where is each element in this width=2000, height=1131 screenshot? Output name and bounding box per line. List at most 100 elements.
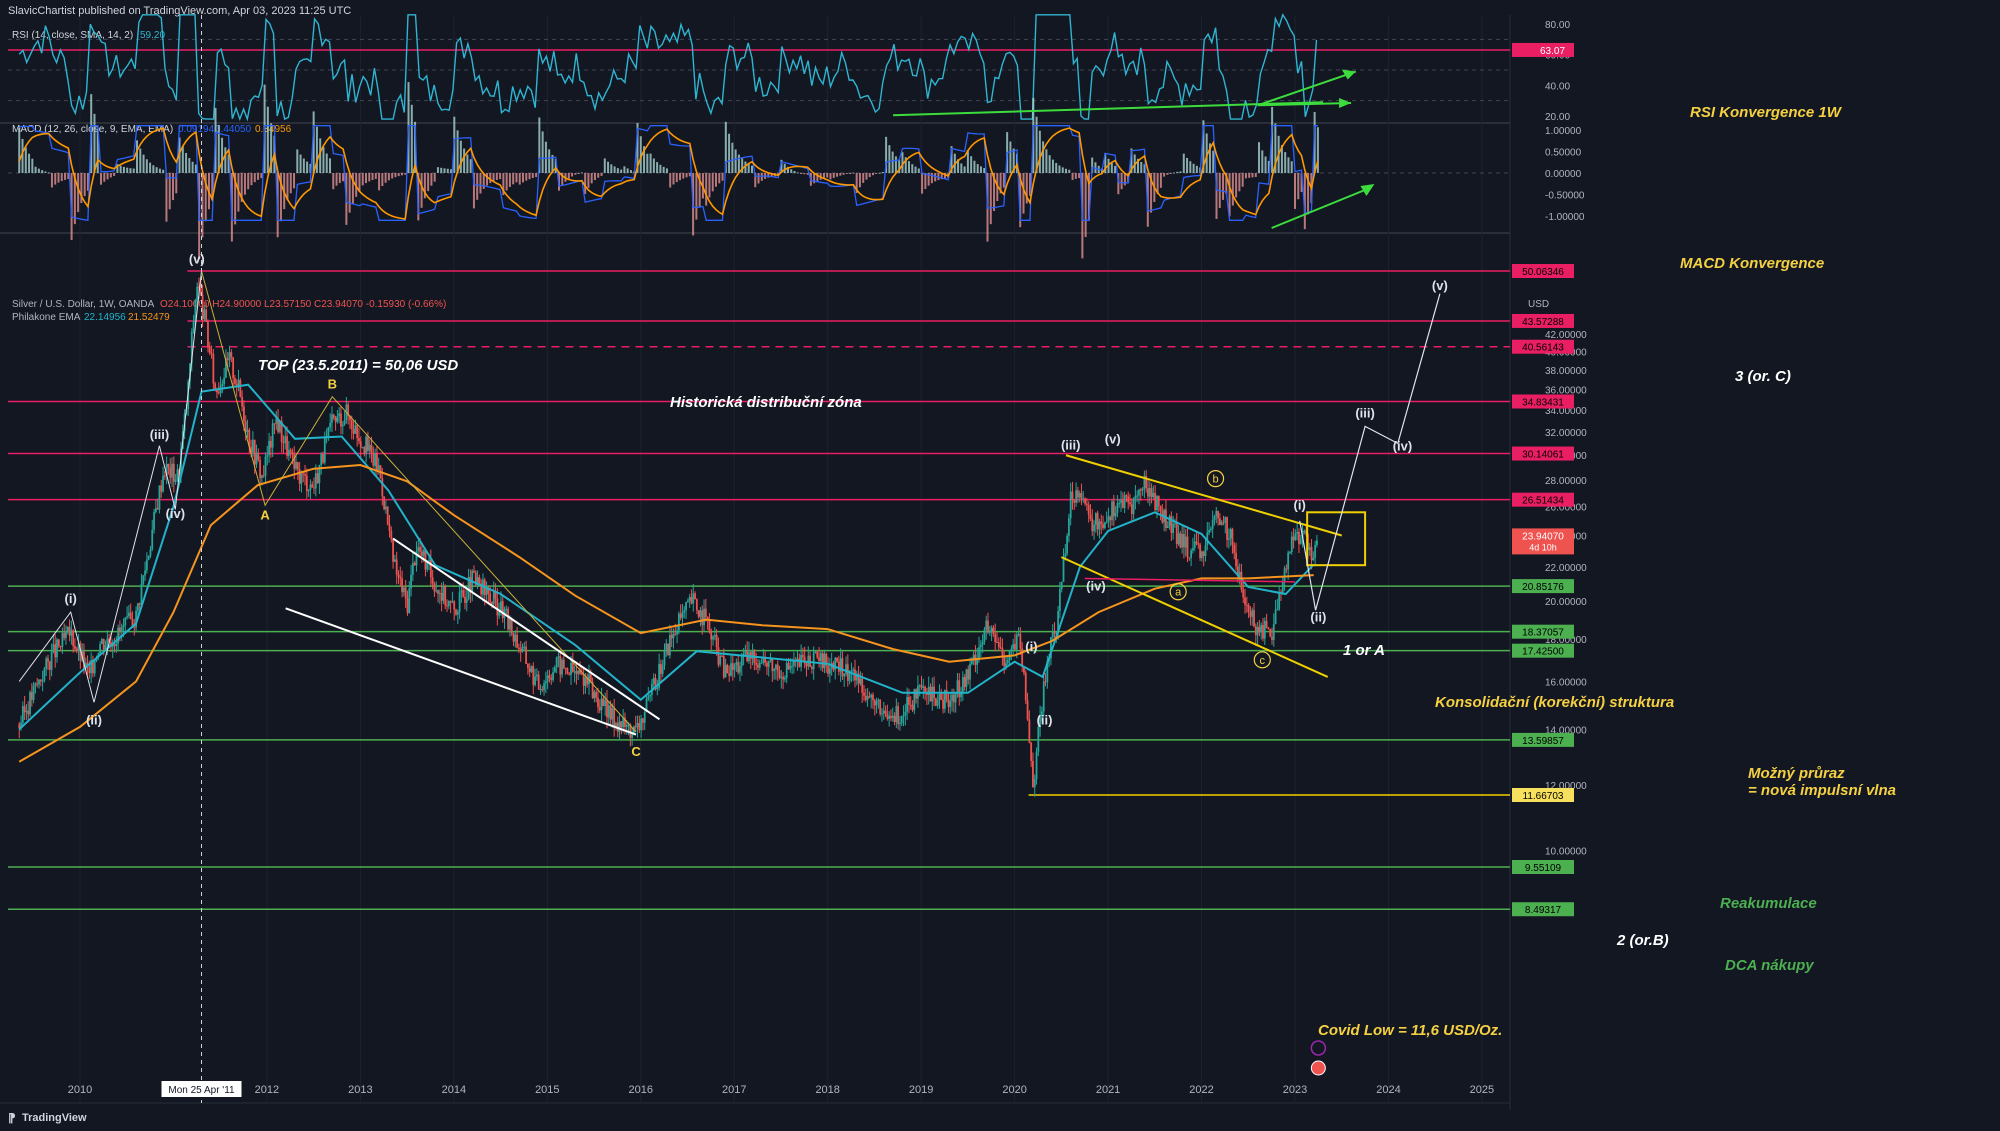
candle-body	[311, 484, 314, 488]
candle-body	[927, 686, 930, 696]
candle-body	[65, 631, 67, 638]
macd-histogram-bar	[881, 171, 884, 173]
macd-histogram-bar	[486, 173, 489, 186]
candle-body	[550, 677, 553, 680]
candle-body	[296, 462, 299, 470]
candle-body	[359, 441, 362, 448]
candle-body	[1100, 521, 1103, 525]
candle-body	[961, 677, 964, 692]
macd-histogram-bar	[1048, 155, 1051, 173]
candle-body	[151, 529, 154, 550]
macd-histogram-bar	[57, 173, 60, 183]
macd-histogram-bar	[266, 106, 269, 173]
candle-body	[171, 463, 173, 478]
candle-body	[361, 447, 364, 449]
candle-body	[1129, 502, 1131, 505]
candle-body	[532, 666, 535, 686]
candle-body	[413, 562, 416, 566]
candle-body	[557, 656, 560, 658]
candle-body	[845, 664, 847, 675]
tradingview-chart[interactable]: RSI (14, close, SMA, 14, 2) 59.20 MACD (1…	[0, 0, 2000, 1131]
candle-body	[999, 647, 1002, 649]
candle-body	[1075, 490, 1077, 503]
wave-label: (iii)	[150, 427, 170, 442]
candle-body	[1235, 552, 1237, 567]
macd-histogram-bar	[872, 173, 875, 176]
candle-body	[771, 658, 774, 672]
candle-body	[758, 662, 761, 668]
macd-histogram-bar	[296, 149, 299, 173]
candle-body	[600, 698, 603, 711]
candle-body	[510, 618, 513, 634]
macd-histogram-bar	[149, 162, 152, 173]
candle-body	[775, 664, 777, 670]
candle-body	[1087, 504, 1090, 515]
macd-histogram-bar	[675, 173, 678, 183]
candle-body	[271, 423, 274, 448]
candle-body	[340, 413, 342, 427]
candle-body	[492, 591, 495, 605]
macd-histogram-bar	[28, 153, 31, 173]
candle-body	[668, 635, 671, 656]
macd-histogram-bar	[378, 173, 381, 191]
candle-body	[920, 685, 923, 688]
distribution-zone-label: Historická distribuční zóna	[670, 394, 862, 411]
candle-body	[712, 636, 714, 640]
candle-body	[352, 429, 355, 434]
macd-axis-tick: 0.50000	[1545, 148, 1582, 159]
macd-histogram-bar	[1254, 173, 1257, 177]
macd-histogram-bar	[476, 173, 479, 200]
candle-body	[1006, 660, 1009, 664]
candle-body	[992, 627, 995, 635]
level-badge-label: 26.51434	[1522, 496, 1564, 507]
candle-body	[823, 653, 826, 669]
macd-histogram-bar	[842, 173, 845, 175]
candle-body	[609, 705, 612, 720]
macd-histogram-bar	[1222, 173, 1225, 200]
macd-histogram-bar	[253, 173, 256, 183]
candle-body	[447, 600, 450, 607]
level-badge-label: 50.06346	[1522, 267, 1564, 278]
macd-histogram-bar	[145, 159, 148, 173]
rsi-axis-tick: 80.00	[1545, 20, 1570, 31]
candle-body	[1051, 632, 1054, 638]
macd-histogram-bar	[1074, 173, 1077, 179]
macd-histogram-bar	[649, 153, 652, 173]
candle-body	[1229, 529, 1232, 539]
candle-body	[160, 485, 163, 492]
macd-histogram-bar	[891, 151, 894, 173]
macd-histogram-bar	[737, 154, 740, 173]
candle-body	[316, 473, 319, 484]
candle-body	[410, 574, 412, 589]
wave-3-or-c-label: 3 (or. C)	[1735, 368, 1791, 385]
macd-histogram-bar	[469, 159, 472, 173]
candle-body	[1267, 627, 1270, 629]
candle-body	[1132, 498, 1135, 515]
tradingview-footer-logo[interactable]: TradingView	[22, 1112, 87, 1124]
time-axis-label: 2012	[255, 1084, 279, 1096]
candle-body	[1003, 657, 1006, 667]
candle-body	[1107, 516, 1110, 522]
wave-label: a	[1175, 587, 1182, 599]
candle-body	[196, 286, 199, 300]
candle-body	[1258, 626, 1261, 633]
candle-body	[640, 718, 643, 731]
candle-body	[1294, 533, 1297, 541]
macd-histogram-bar	[865, 173, 868, 180]
candle-body	[981, 642, 984, 645]
macd-histogram-bar	[286, 173, 289, 201]
candle-body	[465, 599, 468, 603]
level-badge-label: 43.57288	[1522, 317, 1564, 328]
candle-body	[462, 590, 465, 597]
candle-body	[595, 691, 598, 698]
candle-body	[724, 664, 727, 678]
candle-body	[1312, 557, 1315, 561]
macd-histogram-bar	[1068, 169, 1071, 173]
candle-body	[1193, 541, 1196, 548]
candle-body	[395, 559, 398, 575]
candle-body	[1204, 545, 1207, 556]
candle-body	[43, 668, 46, 681]
macd-histogram-bar	[610, 164, 613, 173]
macd-axis-tick: 0.00000	[1545, 169, 1582, 180]
candle-body	[334, 418, 337, 422]
